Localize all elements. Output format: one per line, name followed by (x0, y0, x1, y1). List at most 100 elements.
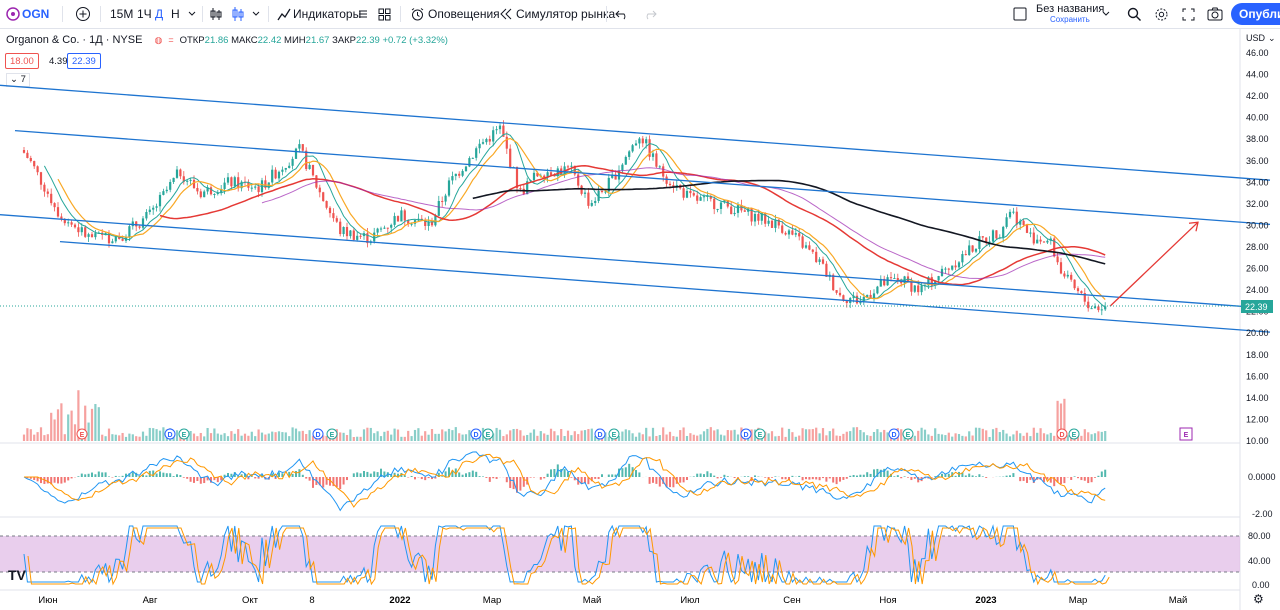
time-axis[interactable]: Июн Авг Окт 8 2022 Мар Май Июл Сен Ноя 2023 Мар Май (38, 595, 1187, 606)
plus-circle-icon[interactable] (74, 0, 92, 28)
volume-bar (556, 435, 559, 441)
event-label: E (486, 432, 491, 439)
candle-body (284, 167, 287, 170)
candle-body (770, 220, 774, 228)
chevron-down-icon[interactable]: ⌄ (1268, 33, 1276, 43)
candle-body (1042, 241, 1046, 243)
volume-bar (634, 436, 638, 441)
macd-histogram-bar (964, 475, 967, 477)
macd-histogram-bar (57, 477, 59, 484)
macd-histogram-bar (981, 476, 984, 477)
candle-body (577, 174, 580, 186)
alarm-clock-icon[interactable] (408, 0, 426, 28)
fullscreen-icon[interactable] (1180, 0, 1196, 28)
candle-body (94, 233, 97, 238)
interval-15m[interactable]: 15M (110, 0, 133, 28)
layout-checkbox-icon[interactable] (1012, 0, 1028, 28)
candle-body (794, 233, 797, 235)
candle-body (1070, 274, 1073, 280)
currency-label[interactable]: USD (1246, 33, 1266, 43)
interval-1h[interactable]: 1Ч (137, 0, 152, 28)
volume-bar (855, 427, 859, 441)
macd-histogram-bar (410, 475, 413, 477)
volume-bar (560, 428, 563, 441)
candle-body (373, 232, 376, 242)
macd-histogram-bar (805, 477, 807, 480)
volume-bar (529, 432, 532, 441)
volume-bar (685, 435, 689, 441)
indicators-icon[interactable] (276, 0, 292, 28)
price-chart[interactable]: E D E D E D E D E D E D E D E E 46.00 44.00 42.00 40.00 38.… (0, 29, 1280, 610)
candles-icon[interactable] (230, 0, 246, 28)
macd-histogram-bar (193, 477, 195, 483)
candle-body (580, 185, 583, 194)
macd-histogram-bar (121, 475, 124, 477)
macd-histogram-bar (832, 477, 835, 483)
macd-histogram-bar (808, 477, 811, 480)
macd-histogram-bar (624, 467, 627, 477)
undo-icon[interactable] (614, 0, 630, 28)
volume-bar (298, 431, 301, 441)
price-axis[interactable]: 46.00 44.00 42.00 40.00 38.00 36.00 34.00 32.00… (1246, 48, 1269, 446)
alerts-button[interactable]: Оповещения (428, 0, 500, 28)
search-icon[interactable] (1126, 0, 1142, 28)
volume-bar (1029, 436, 1032, 441)
candle-body (90, 234, 94, 238)
candle-body (203, 191, 206, 198)
volume-bar (291, 427, 294, 441)
event-label: E (1072, 432, 1077, 439)
volume-bar (339, 432, 342, 441)
interval-1d[interactable]: Д (155, 0, 163, 28)
volume-bar (917, 430, 920, 441)
layout-grid-icon[interactable] (376, 0, 392, 28)
volume-bar (621, 431, 624, 441)
macd-histogram-bar (176, 474, 178, 477)
replay-icon[interactable] (498, 0, 514, 28)
macd-histogram-bar (339, 477, 342, 490)
candle-body (1015, 211, 1018, 225)
templates-icon[interactable] (356, 0, 370, 28)
camera-icon[interactable] (1206, 0, 1224, 28)
macd-histogram-bar (900, 477, 903, 479)
macd-histogram-bar (859, 474, 862, 477)
macd-histogram-bar (91, 472, 93, 477)
macd-histogram-bar (539, 477, 542, 480)
macd-histogram-bar (203, 477, 206, 484)
macd-histogram-bar (356, 472, 359, 477)
tradingview-logo[interactable]: TV (8, 567, 27, 583)
gear-icon[interactable] (1153, 0, 1169, 28)
candle-body (145, 212, 148, 219)
price-axis-label: 46.00 (1246, 48, 1269, 58)
volume-bar (254, 436, 257, 441)
chevron-down-icon[interactable] (186, 0, 198, 28)
candle-body (383, 227, 386, 229)
chevron-down-icon[interactable] (1100, 0, 1112, 28)
candle-body (692, 193, 695, 196)
candle-body (801, 236, 804, 248)
macd-histogram-bar (53, 477, 56, 483)
gear-icon[interactable]: ⚙ (1253, 592, 1264, 606)
candle-body (339, 221, 342, 235)
bar-style-icon[interactable] (208, 0, 224, 28)
macd-histogram-bar (975, 476, 977, 477)
volume-bar (26, 428, 29, 441)
symbol-search-button[interactable]: OGN (22, 0, 49, 28)
volume-bar (373, 433, 376, 441)
macd-histogram-bar (495, 477, 498, 479)
macd-histogram-bar (801, 477, 804, 481)
macd-histogram-bar (529, 477, 532, 478)
interval-1w[interactable]: Н (171, 0, 180, 28)
volume-bar (733, 429, 736, 441)
trend-channels[interactable] (0, 84, 1271, 333)
volume-bar (29, 429, 32, 441)
replay-button[interactable]: Симулятор рынка (516, 0, 615, 28)
volume-bar (1019, 433, 1022, 441)
macd-histogram-bar (478, 476, 481, 477)
macd-histogram-bar (1073, 476, 1076, 477)
indicators-button[interactable]: Индикаторы (293, 0, 361, 28)
redo-icon[interactable] (642, 0, 658, 28)
layout-save-status[interactable]: Сохранить (1050, 14, 1090, 24)
volume-bar (400, 436, 403, 441)
publish-button[interactable]: Опубликовать (1231, 3, 1280, 25)
chevron-down-icon[interactable] (250, 0, 262, 28)
